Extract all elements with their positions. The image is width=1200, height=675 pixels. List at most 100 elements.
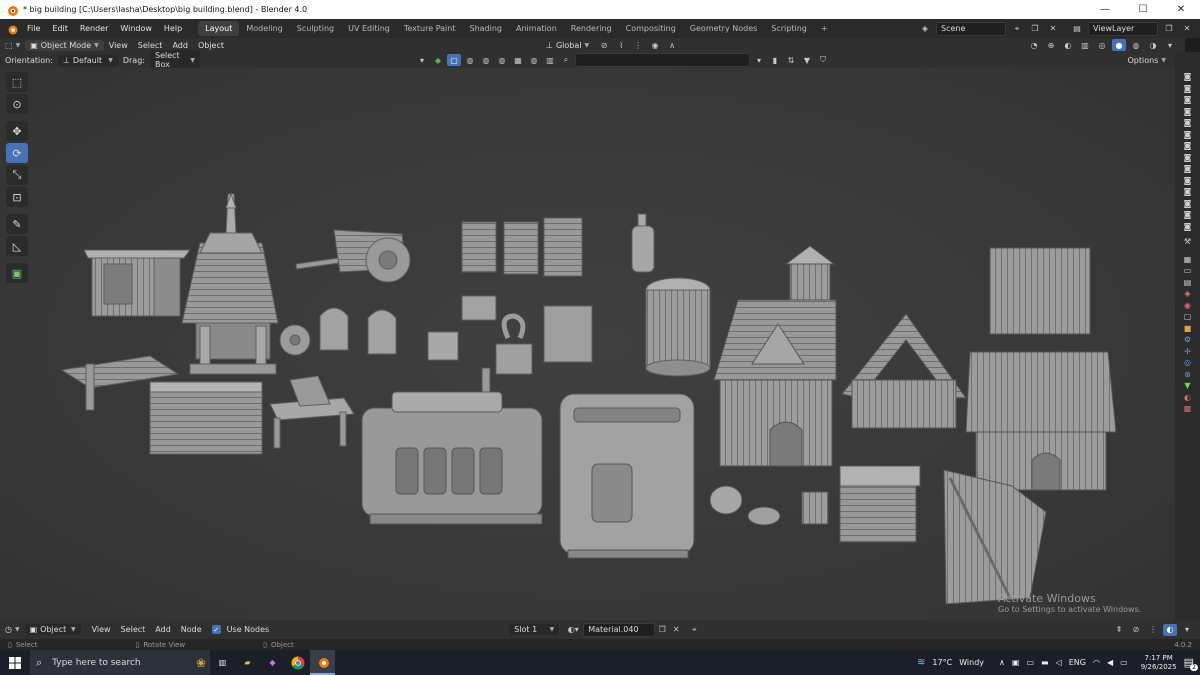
color-icon[interactable]: ◆: [431, 54, 445, 66]
select-tool-icon[interactable]: ⬚: [6, 72, 28, 92]
slot-dropdown[interactable]: Slot 1▼: [509, 624, 559, 635]
model-shutters[interactable]: [462, 218, 582, 276]
tab-rendering[interactable]: Rendering: [564, 21, 619, 36]
camera-icon[interactable]: ◙: [1179, 129, 1197, 139]
snapping-icon[interactable]: ⊘: [1129, 624, 1143, 636]
tab-geometry-nodes[interactable]: Geometry Nodes: [683, 21, 764, 36]
material-browse-icon[interactable]: ◐▾: [563, 624, 583, 636]
network-icon[interactable]: ▭: [1026, 658, 1034, 667]
shading-solid-icon[interactable]: ●: [1112, 39, 1126, 51]
render-tab-icon[interactable]: ▦: [1179, 254, 1197, 264]
drag-dropdown[interactable]: Select Box▼: [150, 50, 200, 70]
chrome-icon[interactable]: [285, 650, 310, 675]
maximize-button[interactable]: ☐: [1124, 0, 1162, 19]
battery-icon[interactable]: ▭: [1120, 658, 1128, 667]
task-view-icon[interactable]: ▥: [210, 650, 235, 675]
menu-help[interactable]: Help: [158, 24, 188, 33]
tab-shading[interactable]: Shading: [462, 21, 509, 36]
delete-scene-icon[interactable]: ✕: [1046, 23, 1060, 35]
view-layer-field[interactable]: ViewLayer: [1088, 22, 1158, 36]
visibility-icon[interactable]: ◔: [1027, 39, 1041, 51]
camera-icon[interactable]: ◙: [1179, 106, 1197, 116]
cursor-tool-icon[interactable]: ⊙: [6, 94, 28, 114]
filter-search-input[interactable]: [575, 53, 750, 67]
camera-icon[interactable]: ◙: [1179, 210, 1197, 220]
tab-scripting[interactable]: Scripting: [764, 21, 814, 36]
scene-icon[interactable]: ◈: [918, 23, 932, 35]
language-indicator[interactable]: ENG: [1069, 658, 1086, 667]
menu-node[interactable]: Node: [176, 624, 207, 635]
world-tab-icon[interactable]: ◉: [1179, 300, 1197, 310]
snap-target-icon[interactable]: ⋮: [631, 39, 645, 51]
add-workspace-button[interactable]: +: [814, 21, 835, 36]
particles-tab-icon[interactable]: ✢: [1179, 346, 1197, 356]
transform-orientation-dropdown[interactable]: ⊥ Global▼: [541, 40, 594, 51]
gizmo-icon[interactable]: ⊕: [1044, 39, 1058, 51]
camera-icon[interactable]: ◙: [1179, 221, 1197, 231]
editor-type-dropdown[interactable]: ⬚▼: [0, 40, 25, 51]
shield-icon[interactable]: ⛉: [816, 54, 830, 66]
tab-layout[interactable]: Layout: [198, 21, 239, 36]
snap-options-icon[interactable]: ⋮: [1146, 624, 1160, 636]
use-nodes-checkbox[interactable]: ✓Use Nodes: [207, 624, 275, 635]
close-button[interactable]: ✕: [1162, 0, 1200, 19]
menu-add[interactable]: Add: [167, 40, 193, 51]
falloff-icon[interactable]: ∧: [665, 39, 679, 51]
camera-icon[interactable]: ◙: [1179, 164, 1197, 174]
shader-type-dropdown[interactable]: ▣ Object▼: [25, 624, 81, 635]
camera-icon[interactable]: ◙: [1179, 198, 1197, 208]
menu-object[interactable]: Object: [193, 40, 229, 51]
file-explorer-icon[interactable]: ▰: [235, 650, 260, 675]
data-tab-icon[interactable]: ▼: [1179, 381, 1197, 391]
camera-icon[interactable]: ◙: [1179, 118, 1197, 128]
tray-app-icon[interactable]: ▣: [1012, 658, 1020, 667]
tray-chevron-icon[interactable]: ∧: [999, 658, 1005, 667]
tab-animation[interactable]: Animation: [509, 21, 564, 36]
measure-tool-icon[interactable]: ◺: [6, 236, 28, 256]
unlink-material-icon[interactable]: ✕: [669, 624, 683, 636]
overlay-options-icon[interactable]: ▾: [1180, 624, 1194, 636]
menu-select[interactable]: Select: [116, 624, 151, 635]
texture-tab-icon[interactable]: ▩: [1179, 404, 1197, 414]
options-dropdown[interactable]: Options▼: [1123, 55, 1172, 66]
new-view-layer-icon[interactable]: ❐: [1162, 23, 1176, 35]
material-tab-icon[interactable]: ◐: [1179, 392, 1197, 402]
camera-icon[interactable]: ◙: [1179, 175, 1197, 185]
view-layer-icon[interactable]: ▤: [1070, 23, 1084, 35]
tab-modeling[interactable]: Modeling: [239, 21, 289, 36]
model-shed[interactable]: [84, 250, 190, 316]
wifi-icon[interactable]: ◠: [1093, 658, 1100, 667]
camera-icon[interactable]: ◙: [1179, 187, 1197, 197]
filter-chevron-icon[interactable]: ▾: [415, 54, 429, 66]
tab-uv-editing[interactable]: UV Editing: [341, 21, 397, 36]
taskbar-search-box[interactable]: ⌕ Type here to search ❀: [30, 650, 210, 675]
menu-add[interactable]: Add: [150, 624, 176, 635]
transform-tool-icon[interactable]: ⊡: [6, 187, 28, 207]
overlay-toggle-icon[interactable]: ◐: [1163, 624, 1177, 636]
3d-viewport[interactable]: Activate Windows Go to Settings to activ…: [0, 68, 1175, 620]
tab-compositing[interactable]: Compositing: [619, 21, 683, 36]
physics-tab-icon[interactable]: ◎: [1179, 358, 1197, 368]
shading-options-icon[interactable]: ▾: [1163, 39, 1177, 51]
scene-field[interactable]: Scene: [936, 22, 1006, 36]
menu-edit[interactable]: Edit: [46, 24, 74, 33]
camera-icon[interactable]: ◙: [1179, 72, 1197, 82]
menu-view[interactable]: View: [104, 40, 133, 51]
model-booth[interactable]: [560, 394, 694, 558]
material-name-field[interactable]: Material.040: [583, 623, 655, 637]
shading-wireframe-icon[interactable]: ◎: [1095, 39, 1109, 51]
proportional-edit-icon[interactable]: ◉: [648, 39, 662, 51]
scale-tool-icon[interactable]: ⤡: [6, 165, 28, 185]
parent-node-icon[interactable]: ⇞: [1112, 624, 1126, 636]
filter-dropdown-icon[interactable]: ▾: [752, 54, 766, 66]
pin-icon[interactable]: ⌖: [687, 624, 701, 636]
viewport-canvas[interactable]: [0, 68, 1175, 620]
shading-rendered-icon[interactable]: ◑: [1146, 39, 1160, 51]
constraints-tab-icon[interactable]: ⊛: [1179, 369, 1197, 379]
camera-icon[interactable]: ◙: [1179, 152, 1197, 162]
select-box-icon[interactable]: ▢: [447, 54, 461, 66]
model-chest[interactable]: [840, 466, 920, 542]
snap-icon[interactable]: ⌇: [614, 39, 628, 51]
pin-icon[interactable]: ⌖: [1010, 23, 1024, 35]
pivot-icon[interactable]: ⊘: [597, 39, 611, 51]
